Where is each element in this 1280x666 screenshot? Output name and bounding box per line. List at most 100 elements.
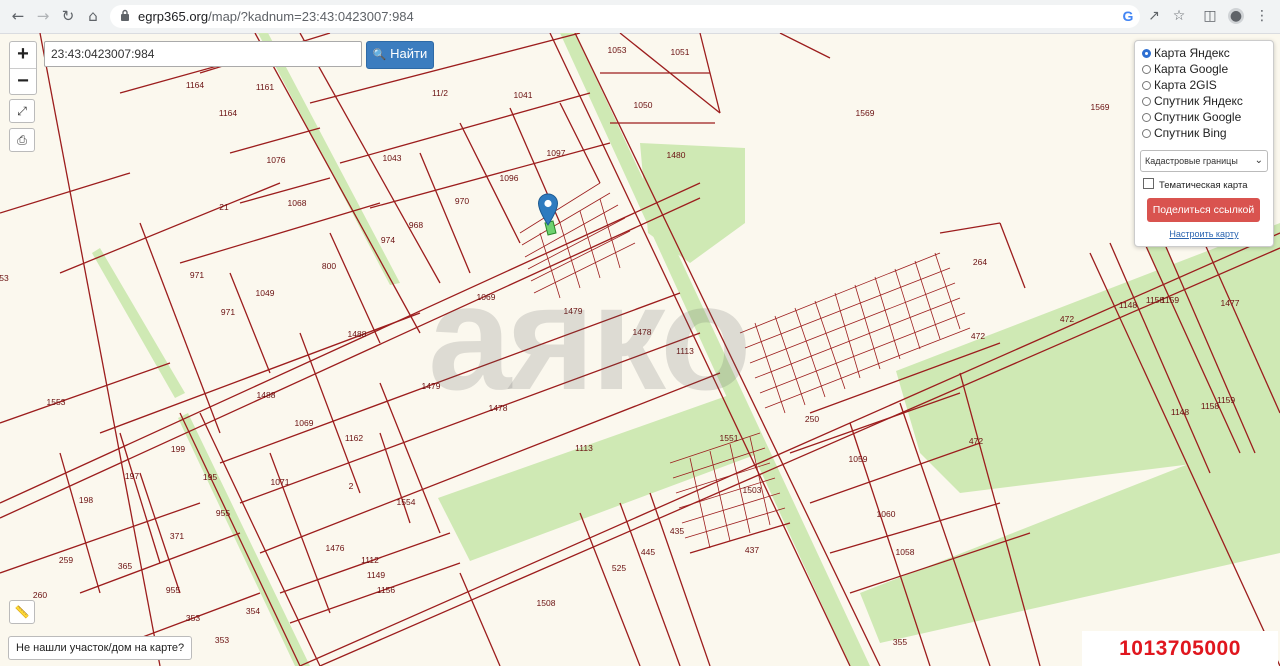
chevron-down-icon: ⌄ (1254, 155, 1263, 166)
plot-number-label: 355 (893, 637, 907, 647)
plot-number-label: 2 (349, 481, 354, 491)
plot-number-label: 1060 (877, 509, 896, 519)
url-path: /map/?kadnum=23:43:0423007:984 (208, 9, 414, 24)
layer-option-bing-satellite[interactable]: Спутник Bing (1142, 125, 1227, 141)
zoom-in-button[interactable]: + (10, 42, 36, 69)
print-icon[interactable]: ⎙ (9, 128, 35, 152)
layer-option-yandex-satellite[interactable]: Спутник Яндекс (1142, 93, 1243, 109)
fullscreen-icon[interactable]: ⤢ (9, 99, 35, 123)
cadastral-search-input[interactable] (44, 41, 362, 67)
plot-number-label: 1043 (383, 153, 402, 163)
plot-number-label: 1050 (634, 100, 653, 110)
plot-number-label: 353 (186, 613, 200, 623)
plot-number-label: 1041 (514, 90, 533, 100)
plot-number-label: 974 (381, 235, 395, 245)
configure-map-link[interactable]: Настроить карту (1135, 229, 1273, 239)
plot-number-label: 968 (409, 220, 423, 230)
plot-number-label: 525 (612, 563, 626, 573)
back-icon[interactable]: ← (8, 6, 28, 26)
map-layers-panel: Карта Яндекс Карта Google Карта 2GIS Спу… (1134, 40, 1274, 247)
home-icon[interactable]: ⌂ (83, 6, 103, 26)
location-pin-icon[interactable] (537, 193, 559, 227)
radio-icon[interactable] (1142, 81, 1151, 90)
profile-avatar-icon[interactable]: ● (1228, 8, 1244, 24)
plot-number-label: 197 (125, 471, 139, 481)
layer-option-label: Спутник Bing (1154, 126, 1227, 140)
plot-number-label: 971 (221, 307, 235, 317)
plot-number-label: 1480 (667, 150, 686, 160)
ruler-icon[interactable]: 📏 (9, 600, 35, 624)
layer-option-2gis-map[interactable]: Карта 2GIS (1142, 77, 1217, 93)
browser-toolbar: ← → ↻ ⌂ egrp365.org/map/?kadnum=23:43:04… (0, 0, 1280, 34)
plot-number-label: 1159 (1217, 395, 1236, 405)
radio-icon[interactable] (1142, 129, 1151, 138)
layer-option-yandex-map[interactable]: Карта Яндекс (1142, 45, 1230, 61)
plot-number-label: 1476 (326, 543, 345, 553)
layer-option-label: Карта Яндекс (1154, 46, 1230, 60)
menu-kebab-icon[interactable]: ⋮ (1254, 8, 1270, 24)
url-host: egrp365.org (138, 9, 209, 24)
plot-number-label: 1071 (271, 477, 290, 487)
plot-number-label: 1113 (575, 443, 593, 453)
plot-number-label: 1569 (856, 108, 875, 118)
plot-number-label: 437 (745, 545, 759, 555)
plot-number-label: 354 (246, 606, 260, 616)
boundaries-select-value: Кадастровые границы (1145, 156, 1238, 166)
plot-number-label: 21 (219, 202, 229, 212)
thematic-map-checkbox[interactable]: Тематическая карта (1143, 178, 1247, 193)
radio-icon[interactable] (1142, 65, 1151, 74)
zoom-out-button[interactable]: − (10, 69, 36, 95)
plot-number-label: 1059 (849, 454, 868, 464)
plot-number-label: 371 (170, 531, 184, 541)
search-icon: 🔍 (372, 48, 387, 61)
plot-number-label: 472 (971, 331, 985, 341)
plot-number-label: 1053 (608, 45, 627, 55)
forward-icon[interactable]: → (33, 6, 53, 26)
reload-icon[interactable]: ↻ (58, 6, 78, 26)
side-panel-icon[interactable]: ◫ (1202, 8, 1218, 24)
not-found-button[interactable]: Не нашли участок/дом на карте? (8, 636, 193, 660)
google-lens-icon[interactable]: G (1120, 8, 1136, 24)
plot-number-label: 1096 (500, 173, 519, 183)
layer-option-label: Спутник Яндекс (1154, 94, 1243, 108)
zoom-control: + − (9, 41, 37, 95)
radio-icon[interactable] (1142, 113, 1151, 122)
radio-icon[interactable] (1142, 97, 1151, 106)
share-icon[interactable]: ↗ (1146, 8, 1162, 24)
plot-number-label: 260 (33, 590, 47, 600)
plot-number-label: 1156 (377, 585, 396, 595)
share-link-button[interactable]: Поделиться ссылкой (1147, 198, 1260, 222)
plot-number-label: 1148 (1119, 300, 1138, 310)
plot-number-label: 198 (79, 495, 93, 505)
thematic-map-label: Тематическая карта (1159, 180, 1248, 191)
plot-number-label: 1159 (1161, 295, 1180, 305)
plot-number-label: 1553 (47, 397, 66, 407)
plot-number-label: 1477 (1221, 298, 1240, 308)
listing-id: 1013705000 (1082, 631, 1278, 666)
layer-option-google-satellite[interactable]: Спутник Google (1142, 109, 1241, 125)
plot-number-label: 1112 (361, 555, 379, 565)
plot-number-label: 11/2 (432, 88, 448, 98)
lock-icon (121, 9, 129, 21)
plot-number-label: 800 (322, 261, 336, 271)
plot-number-label: 353 (215, 635, 229, 645)
plot-number-label: 53 (0, 273, 9, 283)
plot-number-label: 1503 (743, 485, 762, 495)
plot-number-label: 472 (1060, 314, 1074, 324)
plot-number-label: 1051 (671, 47, 690, 57)
bookmark-star-icon[interactable]: ☆ (1171, 8, 1187, 24)
plot-number-label: 199 (171, 444, 185, 454)
address-bar[interactable]: egrp365.org/map/?kadnum=23:43:0423007:98… (110, 5, 1140, 28)
plot-number-label: 1569 (1091, 102, 1110, 112)
plot-number-label: 1148 (1171, 407, 1190, 417)
checkbox-icon[interactable] (1143, 178, 1154, 189)
boundaries-select[interactable]: Кадастровые границы ⌄ (1140, 150, 1268, 172)
layer-option-google-map[interactable]: Карта Google (1142, 61, 1228, 77)
plot-number-label: 1162 (345, 433, 364, 443)
find-button-label: Найти (390, 46, 428, 61)
find-button[interactable]: 🔍 Найти (366, 41, 434, 69)
layer-option-label: Карта 2GIS (1154, 78, 1217, 92)
radio-selected-icon[interactable] (1142, 49, 1151, 58)
plot-number-label: 1488 (257, 390, 276, 400)
plot-number-label: 1058 (896, 547, 915, 557)
